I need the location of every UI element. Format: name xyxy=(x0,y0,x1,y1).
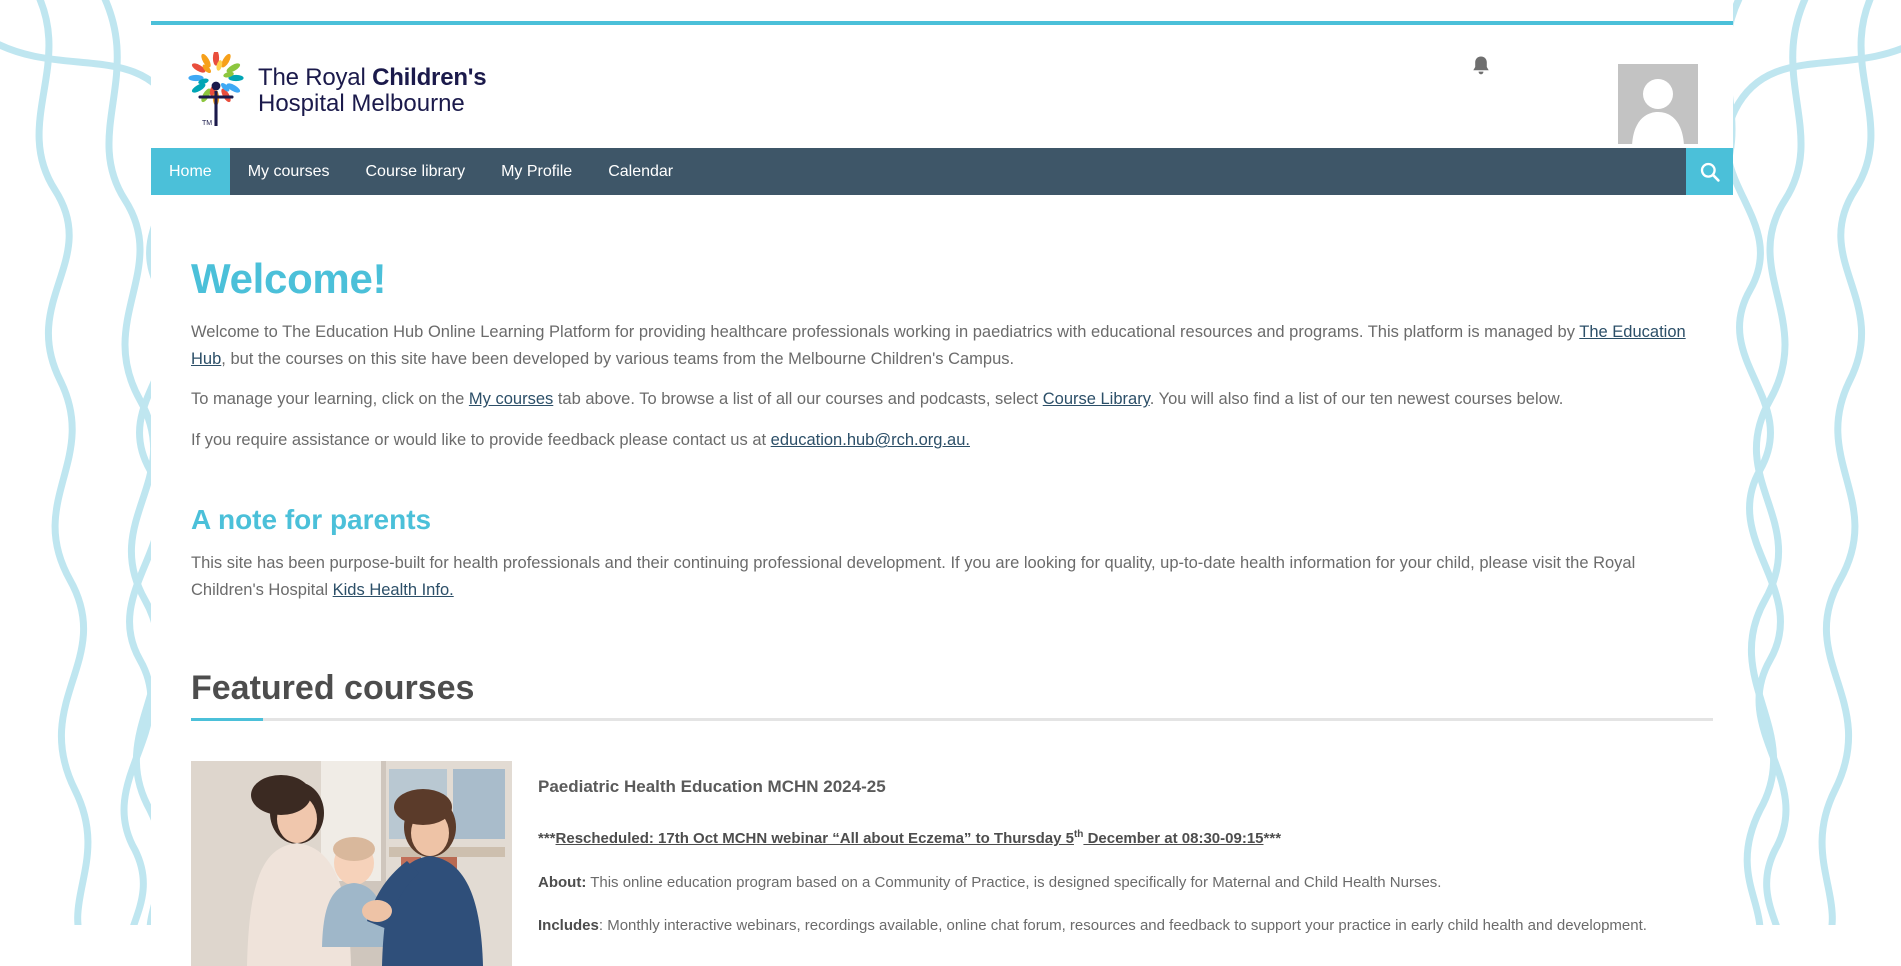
logo-line1-prefix: The Royal xyxy=(258,63,373,91)
course-thumbnail-image[interactable] xyxy=(191,761,512,966)
page-container: TM The Royal Children's Hospital Melbour… xyxy=(151,0,1733,966)
course-title[interactable]: Paediatric Health Education MCHN 2024-25 xyxy=(538,777,1693,797)
search-icon[interactable] xyxy=(1686,148,1733,195)
reschedule-text-1: Rescheduled: 17th Oct MCHN webinar “All … xyxy=(555,830,1074,848)
welcome-p2-part-c: . You will also find a list of our ten n… xyxy=(1149,390,1564,409)
welcome-p3-part-a: If you require assistance or would like … xyxy=(191,431,771,450)
link-my-courses[interactable]: My courses xyxy=(469,390,553,408)
course-about-line: About: This online education program bas… xyxy=(538,871,1693,894)
featured-divider xyxy=(191,718,1713,722)
nav-item-home[interactable]: Home xyxy=(151,148,230,195)
welcome-paragraph-2: To manage your learning, click on the My… xyxy=(191,386,1693,413)
course-includes-text: : Monthly interactive webinars, recordin… xyxy=(598,916,1647,934)
link-kids-health-info[interactable]: Kids Health Info. xyxy=(333,581,454,599)
course-includes-line: Includes: Monthly interactive webinars, … xyxy=(538,914,1693,937)
link-course-library[interactable]: Course Library xyxy=(1043,390,1150,408)
main-navigation: Home My courses Course library My Profil… xyxy=(151,148,1733,195)
parents-section-heading: A note for parents xyxy=(191,503,432,535)
course-card[interactable]: Paediatric Health Education MCHN 2024-25… xyxy=(191,761,1693,966)
nav-item-my-courses[interactable]: My courses xyxy=(230,148,348,195)
nav-item-my-profile[interactable]: My Profile xyxy=(483,148,590,195)
logo-line2: Hospital Melbourne xyxy=(258,90,465,117)
page-title: Welcome! xyxy=(191,255,387,302)
rch-logo[interactable]: TM The Royal Children's Hospital Melbour… xyxy=(184,52,487,130)
svg-text:TM: TM xyxy=(202,120,212,127)
main-content: Welcome! Welcome to The Education Hub On… xyxy=(151,195,1733,966)
welcome-paragraph-1: Welcome to The Education Hub Online Lear… xyxy=(191,319,1693,372)
welcome-p2-part-b: tab above. To browse a list of all our c… xyxy=(553,390,1043,409)
site-header: TM The Royal Children's Hospital Melbour… xyxy=(151,25,1733,147)
course-includes-label: Includes xyxy=(538,916,599,934)
parents-paragraph: This site has been purpose-built for hea… xyxy=(191,550,1693,603)
course-about-label: About: xyxy=(538,873,587,891)
rch-tree-logo-icon: TM xyxy=(188,52,244,127)
course-details: Paediatric Health Education MCHN 2024-25… xyxy=(538,761,1693,966)
course-about-text: This online education program based on a… xyxy=(586,873,1442,891)
logo-line1-bold: Children's xyxy=(372,63,487,91)
reschedule-superscript: th xyxy=(1073,829,1084,841)
featured-courses-heading: Featured courses xyxy=(191,669,475,708)
reschedule-stars-close: *** xyxy=(1263,830,1282,848)
welcome-paragraph-3: If you require assistance or would like … xyxy=(191,427,1693,454)
nav-item-calendar[interactable]: Calendar xyxy=(590,148,691,195)
rch-logo-wordmark: The Royal Children's Hospital Melbourne xyxy=(258,63,487,118)
course-reschedule-notice: ***Rescheduled: 17th Oct MCHN webinar “A… xyxy=(538,827,1693,850)
avatar[interactable] xyxy=(1618,64,1698,144)
nav-item-course-library[interactable]: Course library xyxy=(347,148,483,195)
welcome-p2-part-a: To manage your learning, click on the xyxy=(191,390,469,409)
reschedule-stars-open: *** xyxy=(538,830,556,848)
welcome-p1-part-b: , but the courses on this site have been… xyxy=(221,349,1015,368)
reschedule-text-2: December at 08:30-09:15 xyxy=(1083,830,1264,848)
welcome-p1-part-a: Welcome to The Education Hub Online Lear… xyxy=(191,323,1580,341)
link-education-hub-email[interactable]: education.hub@rch.org.au. xyxy=(771,431,970,449)
notification-bell-icon[interactable] xyxy=(1467,52,1495,80)
